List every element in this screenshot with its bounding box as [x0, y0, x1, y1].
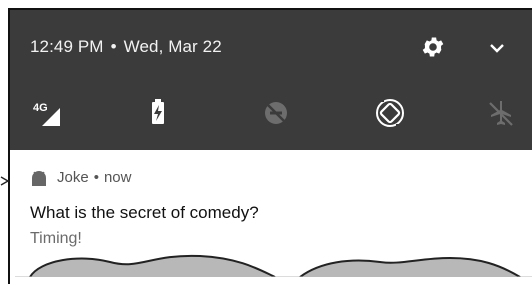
app-name: Joke: [57, 169, 89, 186]
battery-charging-icon: [152, 99, 164, 124]
network-label: 4G: [33, 102, 48, 114]
cellular-4g-icon: 4G: [33, 102, 60, 126]
qs-airplane-tile[interactable]: [480, 96, 520, 130]
status-separator: •: [110, 37, 117, 56]
expand-button[interactable]: [487, 39, 507, 57]
header-separator: •: [93, 169, 99, 186]
chevron-down-icon: [490, 44, 504, 53]
status-time: 12:49 PM: [30, 37, 104, 56]
qs-cellular-tile[interactable]: 4G: [30, 96, 70, 130]
status-line: 12:49 PM • Wed, Mar 22: [30, 37, 222, 57]
android-app-icon: [32, 170, 46, 186]
qs-rotate-tile[interactable]: [370, 96, 410, 130]
airplane-mode-icon: [489, 101, 513, 126]
arrow-pointer-icon: [0, 176, 10, 186]
status-date: Wed, Mar 22: [123, 37, 222, 56]
do-not-disturb-off-icon: [264, 101, 288, 125]
notification-title: What is the secret of comedy?: [30, 203, 259, 222]
qs-battery-tile[interactable]: [138, 96, 178, 130]
gear-icon: [422, 37, 444, 57]
settings-button[interactable]: [420, 34, 446, 60]
qs-dnd-tile[interactable]: [256, 96, 296, 130]
notification-header: Joke • now: [30, 169, 131, 186]
auto-rotate-icon: [376, 98, 404, 128]
notification-time: now: [103, 169, 132, 186]
torn-edge-decoration: [15, 254, 532, 277]
quick-settings-panel: 12:49 PM • Wed, Mar 22 4G: [10, 10, 532, 150]
